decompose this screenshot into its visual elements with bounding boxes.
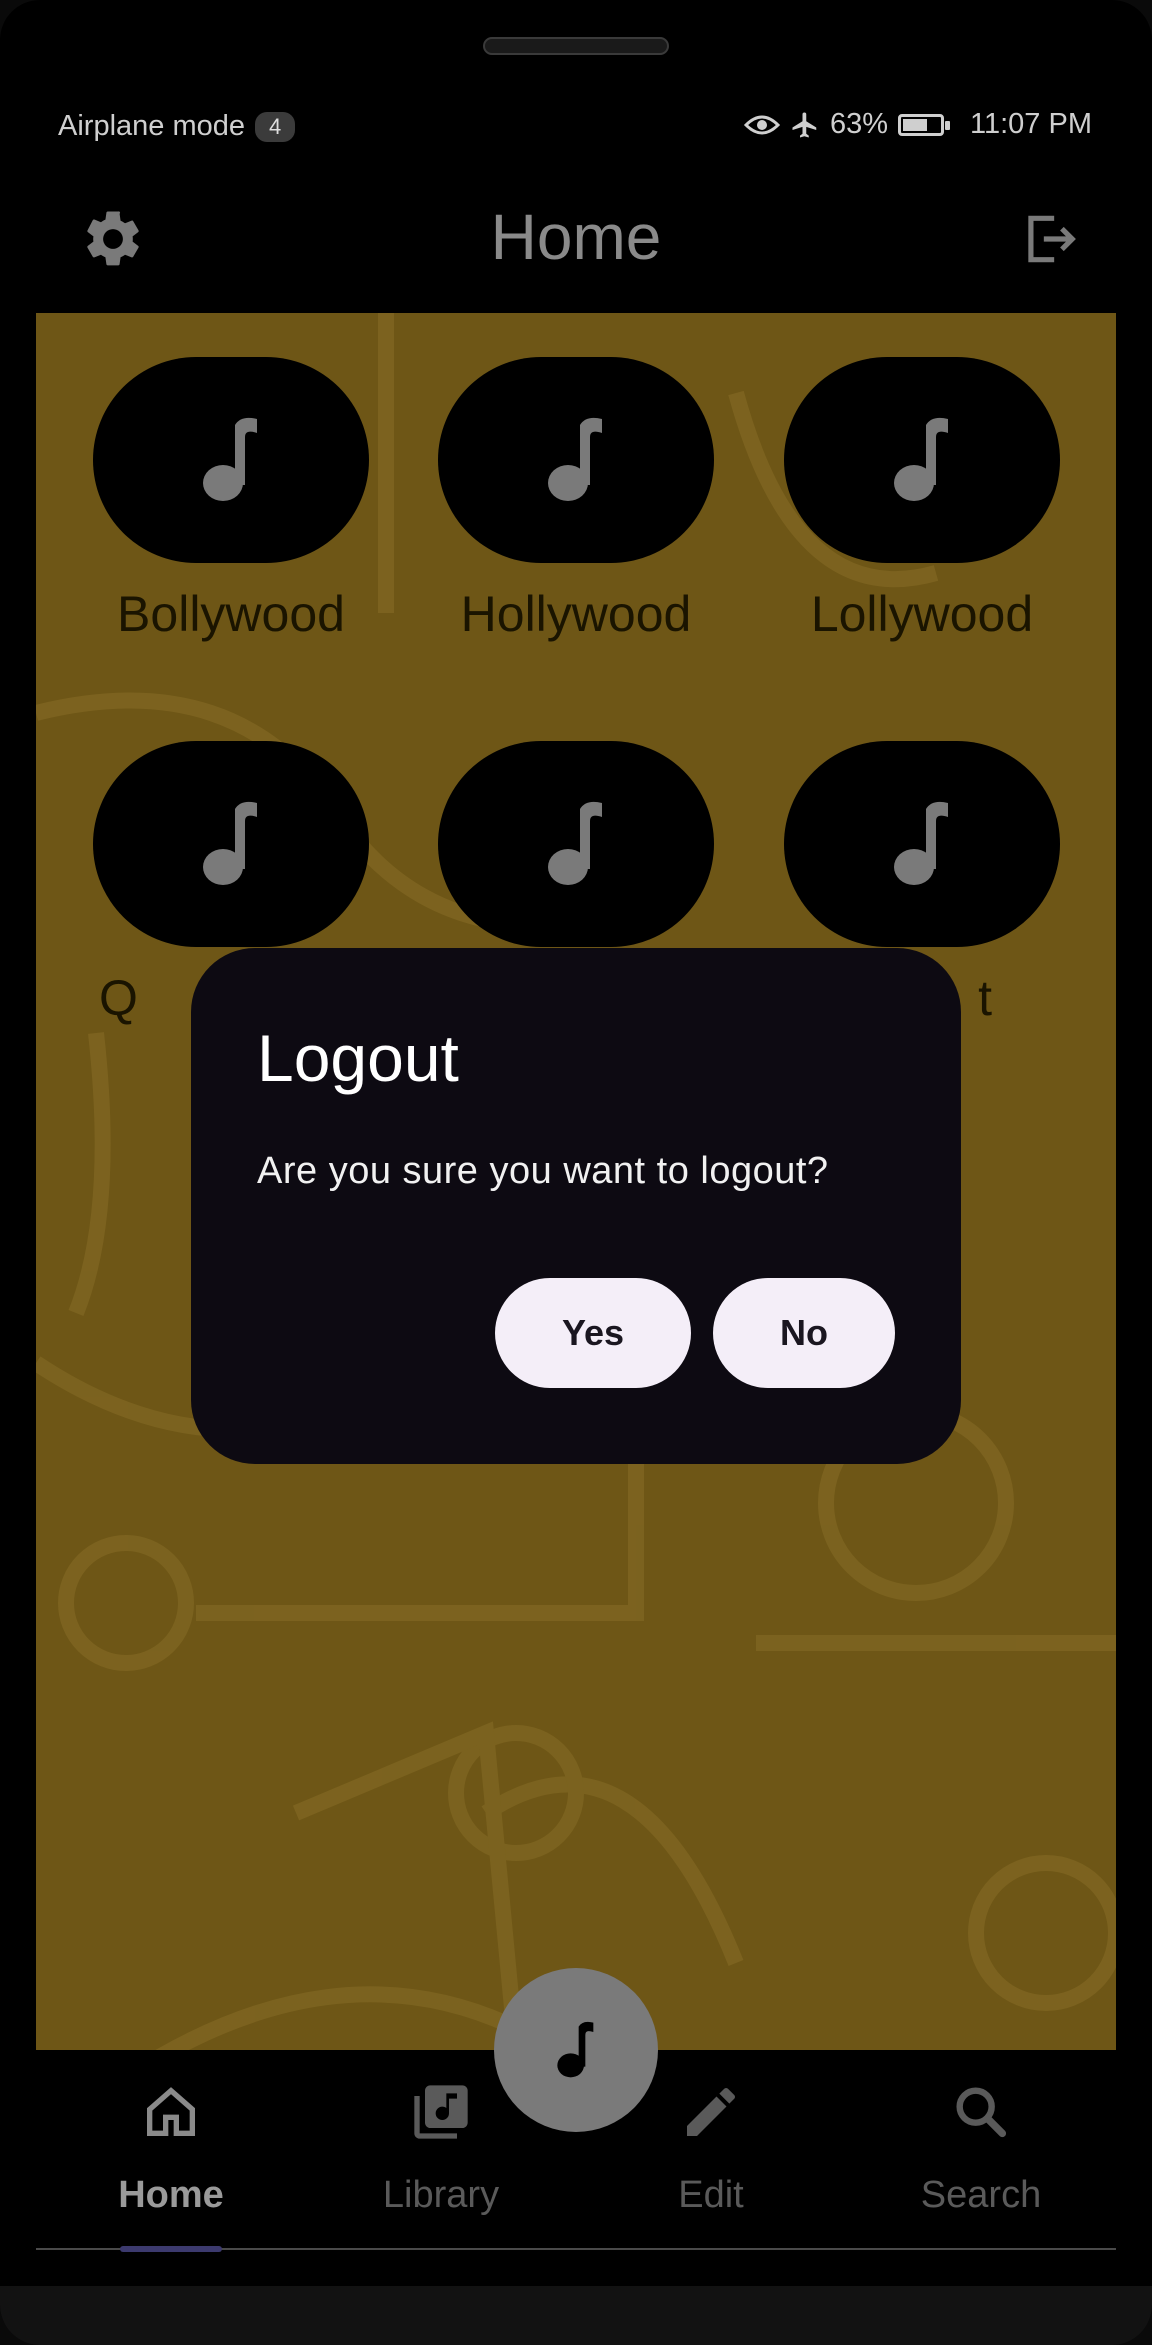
music-note-icon	[894, 417, 948, 501]
genre-button[interactable]	[784, 357, 1060, 563]
notification-count-badge: 4	[255, 111, 296, 142]
status-right: 63% 11:07 PM	[743, 108, 1092, 141]
music-note-icon	[557, 2021, 594, 2078]
genre-tile-hollywood[interactable]: Hollywood	[438, 357, 714, 643]
status-bar: Airplane mode 4 63% 11:07 PM	[0, 100, 1152, 158]
genre-tile-5[interactable]	[438, 741, 714, 969]
nav-item-edit[interactable]: Edit	[611, 2080, 811, 2217]
nav-item-search[interactable]: Search	[881, 2080, 1081, 2217]
bottom-bezel	[0, 2286, 1152, 2345]
genre-tile-bollywood[interactable]: Bollywood	[93, 357, 369, 643]
music-note-icon	[894, 801, 948, 885]
play-music-fab[interactable]	[494, 1968, 658, 2132]
logout-dialog: Logout Are you sure you want to logout? …	[191, 948, 961, 1464]
yes-button[interactable]: Yes	[495, 1278, 691, 1388]
page-title: Home	[490, 201, 662, 273]
music-note-icon	[203, 801, 257, 885]
genre-button[interactable]	[93, 741, 369, 947]
music-note-icon	[548, 417, 602, 501]
app-bar: Home	[0, 190, 1152, 310]
earpiece-speaker	[483, 37, 669, 55]
nav-label: Library	[382, 2174, 500, 2216]
nav-label: Edit	[678, 2174, 744, 2216]
genre-label: Lollywood	[810, 586, 1034, 642]
genre-button[interactable]	[93, 357, 369, 563]
genre-button[interactable]	[438, 741, 714, 947]
battery-icon	[898, 113, 951, 136]
phone-frame: Airplane mode 4 63% 11:07 PM Home Bollyw…	[0, 0, 1152, 2345]
eye-icon	[743, 113, 780, 137]
clock: 11:07 PM	[970, 108, 1092, 140]
no-button[interactable]: No	[713, 1278, 895, 1388]
nav-label: Search	[920, 2174, 1042, 2216]
library-music-icon	[414, 2085, 468, 2139]
airplane-mode-text: Airplane mode	[58, 110, 245, 142]
search-icon	[956, 2087, 1007, 2138]
genre-label: Hollywood	[460, 586, 692, 642]
pencil-icon	[687, 2087, 736, 2136]
genre-label: Bollywood	[117, 586, 345, 642]
battery-percent: 63%	[829, 108, 889, 140]
home-icon	[147, 2087, 195, 2136]
music-note-icon	[548, 801, 602, 885]
nav-label: Home	[118, 2174, 224, 2216]
dialog-message: Are you sure you want to logout?	[257, 1150, 829, 1192]
genre-tile-lollywood[interactable]: Lollywood	[784, 357, 1060, 643]
status-left: Airplane mode 4	[58, 110, 296, 143]
nav-active-indicator	[120, 2246, 222, 2252]
genre-button[interactable]	[438, 357, 714, 563]
nav-item-home[interactable]: Home	[71, 2080, 271, 2217]
dialog-title: Logout	[257, 1021, 459, 1095]
logout-icon[interactable]	[1018, 208, 1080, 270]
music-note-icon	[203, 417, 257, 501]
airplane-icon	[790, 110, 820, 140]
genre-button[interactable]	[784, 741, 1060, 947]
